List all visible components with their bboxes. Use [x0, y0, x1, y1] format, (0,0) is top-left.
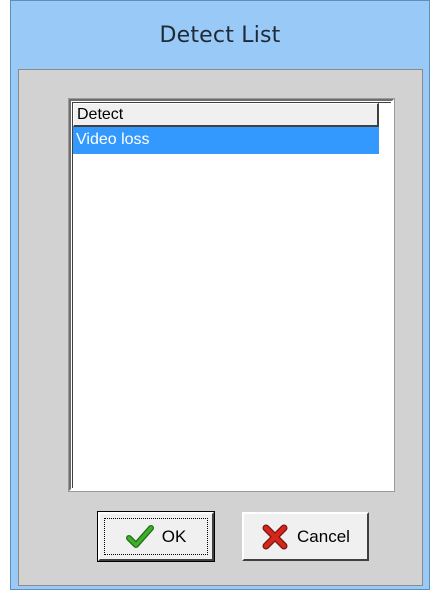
list-view-inner: Detect Video loss	[72, 102, 391, 488]
checkmark-icon	[125, 524, 154, 548]
red-x-icon	[262, 524, 288, 549]
focus-indicator	[104, 518, 208, 555]
cancel-button[interactable]: Cancel	[242, 512, 369, 561]
dialog-client-area: Detect Video loss OK Cancel	[18, 69, 423, 586]
ok-label: OK	[161, 526, 187, 546]
ok-button[interactable]: OK	[97, 511, 215, 562]
title-bar[interactable]: Detect List	[11, 1, 429, 69]
detect-list-view[interactable]: Detect Video loss	[68, 98, 395, 492]
window-title: Detect List	[159, 22, 281, 48]
cancel-label: Cancel	[297, 526, 350, 546]
list-item[interactable]: Video loss	[73, 127, 379, 154]
column-header-detect[interactable]: Detect	[73, 103, 379, 127]
detect-list-window: Detect List Detect Video loss OK Cancel	[10, 0, 430, 590]
